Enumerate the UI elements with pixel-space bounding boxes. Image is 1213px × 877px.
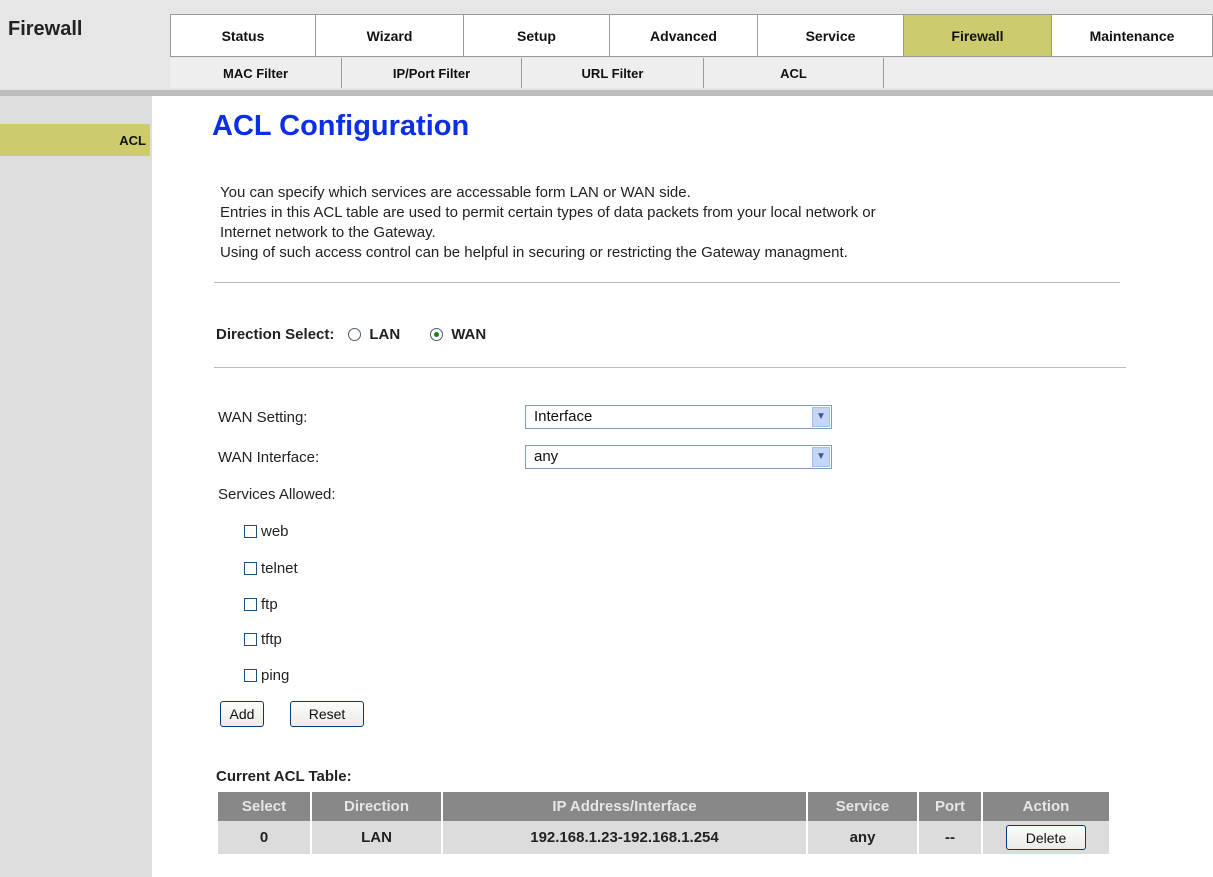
- description-line-3: Internet network to the Gateway.: [220, 224, 436, 241]
- top-header: Firewall Status Wizard Setup Advanced Se…: [0, 0, 1213, 96]
- service-ping: ping: [244, 667, 289, 684]
- checkbox-ftp[interactable]: [244, 598, 257, 611]
- subtab-acl[interactable]: ACL: [704, 58, 884, 88]
- divider: [214, 282, 1120, 283]
- wan-interface-select[interactable]: any ▼: [525, 445, 832, 469]
- checkbox-web[interactable]: [244, 525, 257, 538]
- column-header: Service: [808, 792, 917, 821]
- description-line-1: You can specify which services are acces…: [220, 184, 691, 201]
- reset-button[interactable]: Reset: [290, 701, 364, 727]
- checkbox-tftp[interactable]: [244, 633, 257, 646]
- tab-firewall[interactable]: Firewall: [904, 14, 1052, 57]
- checkbox-ping[interactable]: [244, 669, 257, 682]
- column-header: Direction: [312, 792, 441, 821]
- service-tftp: tftp: [244, 631, 282, 648]
- cell-select: 0: [218, 821, 310, 854]
- wan-interface-label: WAN Interface:: [218, 449, 320, 466]
- delete-button[interactable]: Delete: [1006, 825, 1086, 850]
- divider: [214, 367, 1126, 368]
- chevron-down-icon[interactable]: ▼: [812, 447, 830, 467]
- subtab-url-filter[interactable]: URL Filter: [522, 58, 704, 88]
- tab-service[interactable]: Service: [758, 14, 904, 57]
- chevron-down-icon[interactable]: ▼: [812, 407, 830, 427]
- table-row: 0 LAN 192.168.1.23-192.168.1.254 any -- …: [218, 821, 1109, 854]
- radio-wan-label: WAN: [451, 326, 487, 343]
- wan-setting-select[interactable]: Interface ▼: [525, 405, 832, 429]
- cell-port: --: [919, 821, 981, 854]
- tab-maintenance[interactable]: Maintenance: [1052, 14, 1213, 57]
- tab-setup[interactable]: Setup: [464, 14, 610, 57]
- cell-ip-address: 192.168.1.23-192.168.1.254: [443, 821, 806, 854]
- subtab-mac-filter[interactable]: MAC Filter: [170, 58, 342, 88]
- sidebar: ACL: [0, 96, 152, 877]
- cell-service: any: [808, 821, 917, 854]
- table-header-row: Select Direction IP Address/Interface Se…: [218, 792, 1109, 821]
- service-web-label: web: [261, 523, 289, 540]
- direction-label: Direction Select:: [216, 326, 335, 343]
- subtab-empty: [884, 58, 1213, 88]
- column-header: IP Address/Interface: [443, 792, 806, 821]
- wan-setting-value: Interface: [534, 408, 593, 425]
- main-content: ACL Configuration You can specify which …: [152, 96, 1213, 877]
- tab-status[interactable]: Status: [170, 14, 316, 57]
- cell-action: Delete: [983, 821, 1109, 854]
- column-header: Select: [218, 792, 310, 821]
- add-button[interactable]: Add: [220, 701, 264, 727]
- tab-wizard[interactable]: Wizard: [316, 14, 464, 57]
- sidebar-item-acl[interactable]: ACL: [0, 124, 150, 156]
- service-telnet-label: telnet: [261, 560, 298, 577]
- services-allowed-label: Services Allowed:: [218, 486, 336, 503]
- wan-interface-value: any: [534, 448, 559, 465]
- radio-lan-label: LAN: [369, 326, 401, 343]
- service-ftp-label: ftp: [261, 596, 278, 613]
- service-tftp-label: tftp: [261, 631, 282, 648]
- direction-select: Direction Select: LAN WAN: [216, 326, 486, 343]
- service-web: web: [244, 523, 289, 540]
- tab-advanced[interactable]: Advanced: [610, 14, 758, 57]
- service-telnet: telnet: [244, 560, 298, 577]
- radio-wan[interactable]: [430, 328, 444, 341]
- checkbox-telnet[interactable]: [244, 562, 257, 575]
- column-header: Action: [983, 792, 1109, 821]
- acl-table: Select Direction IP Address/Interface Se…: [216, 792, 1111, 854]
- page-title: ACL Configuration: [212, 110, 470, 142]
- service-ping-label: ping: [261, 667, 290, 684]
- sub-nav: MAC Filter IP/Port Filter URL Filter ACL: [170, 58, 1213, 88]
- main-nav: Status Wizard Setup Advanced Service Fir…: [170, 14, 1213, 57]
- column-header: Port: [919, 792, 981, 821]
- cell-direction: LAN: [312, 821, 441, 854]
- service-ftp: ftp: [244, 596, 278, 613]
- radio-lan[interactable]: [348, 328, 362, 341]
- table-title: Current ACL Table:: [216, 768, 352, 785]
- subtab-ip-port-filter[interactable]: IP/Port Filter: [342, 58, 522, 88]
- wan-setting-label: WAN Setting:: [218, 409, 308, 426]
- description-line-2: Entries in this ACL table are used to pe…: [220, 204, 876, 221]
- section-title: Firewall: [8, 18, 83, 40]
- description-line-4: Using of such access control can be help…: [220, 244, 848, 261]
